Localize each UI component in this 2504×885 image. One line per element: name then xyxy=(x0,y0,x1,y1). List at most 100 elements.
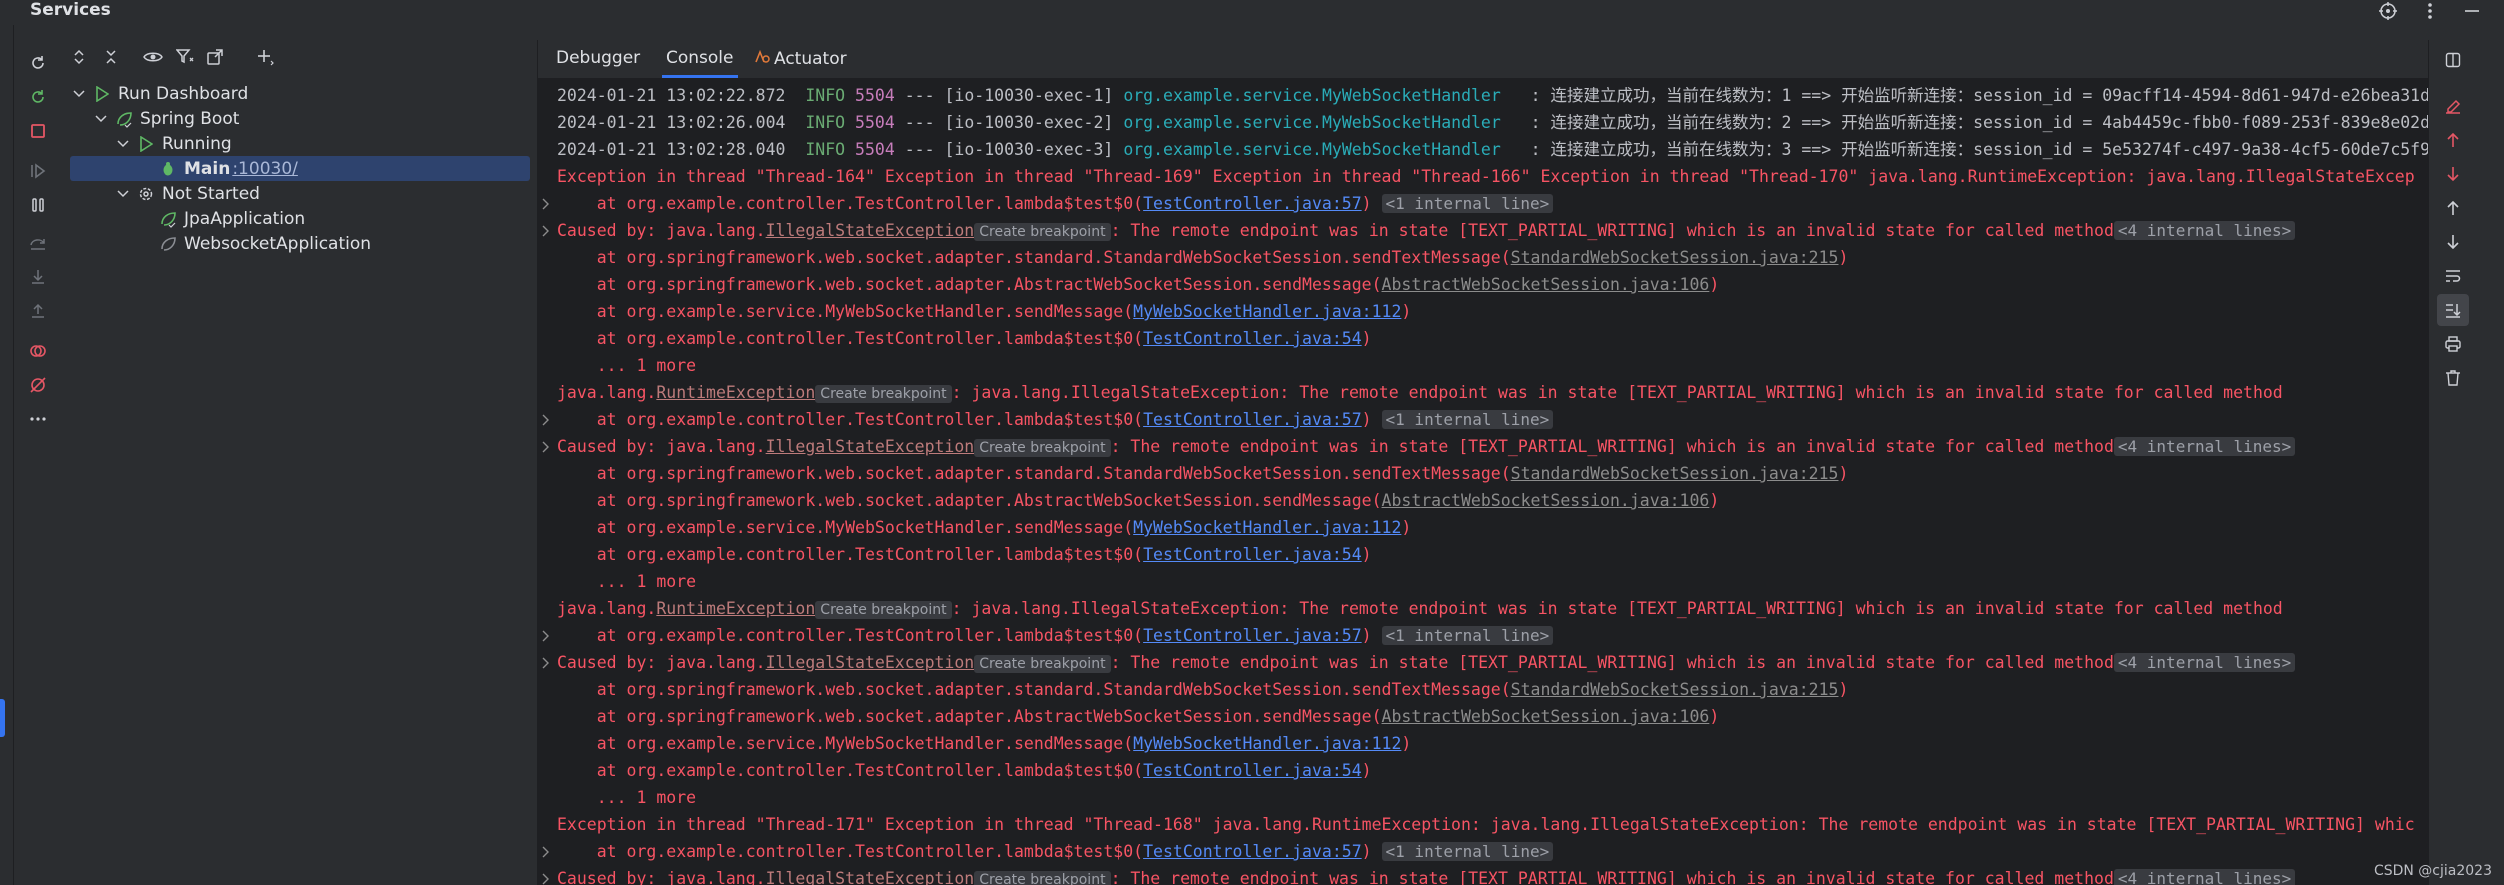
new-window-icon[interactable] xyxy=(200,42,230,72)
source-link[interactable]: StandardWebSocketSession.java:215 xyxy=(1511,464,1839,483)
chevron-right-icon[interactable] xyxy=(540,433,552,460)
tab-debugger[interactable]: Debugger xyxy=(556,40,640,78)
tree-item-running[interactable]: Running xyxy=(112,131,232,156)
internal-lines-badge[interactable]: <4 internal lines> xyxy=(2113,653,2296,672)
source-link[interactable]: MyWebSocketHandler.java:112 xyxy=(1133,518,1401,537)
create-breakpoint-chip[interactable]: Create breakpoint xyxy=(815,385,952,403)
exception-class-link[interactable]: IllegalStateException xyxy=(766,653,975,672)
source-link[interactable]: AbstractWebSocketSession.java:106 xyxy=(1382,707,1710,726)
chevron-down-icon[interactable] xyxy=(112,189,134,198)
resume-icon[interactable] xyxy=(21,154,55,188)
chevron-right-icon[interactable] xyxy=(540,406,552,433)
source-link[interactable]: TestController.java:54 xyxy=(1143,329,1362,348)
filter-icon[interactable] xyxy=(170,42,200,72)
create-breakpoint-chip[interactable]: Create breakpoint xyxy=(974,223,1111,241)
tree-item-run-dashboard[interactable]: Run Dashboard xyxy=(68,81,248,106)
port-link[interactable]: :10030/ xyxy=(232,159,298,179)
chevron-right-icon[interactable] xyxy=(540,865,552,885)
source-link[interactable]: TestController.java:54 xyxy=(1143,761,1362,780)
console-output[interactable]: 2024-01-21 13:02:22.872 INFO 5504 --- [i… xyxy=(538,78,2428,885)
source-link[interactable]: MyWebSocketHandler.java:112 xyxy=(1133,734,1401,753)
exception-class-link[interactable]: IllegalStateException xyxy=(766,869,975,885)
rerun-icon[interactable] xyxy=(21,46,55,80)
create-breakpoint-chip[interactable]: Create breakpoint xyxy=(974,655,1111,673)
source-link[interactable]: AbstractWebSocketSession.java:106 xyxy=(1382,275,1710,294)
exception-class-link[interactable]: RuntimeException xyxy=(656,383,815,402)
create-breakpoint-chip[interactable]: Create breakpoint xyxy=(974,871,1111,885)
chevron-right-icon[interactable] xyxy=(540,649,552,676)
target-icon[interactable] xyxy=(2376,0,2400,21)
tree-item-websocket-application[interactable]: WebsocketApplication xyxy=(156,231,371,256)
internal-line-badge[interactable]: <1 internal line> xyxy=(1381,410,1554,429)
internal-line-badge[interactable]: <1 internal line> xyxy=(1381,626,1554,645)
more-icon[interactable] xyxy=(21,402,55,436)
up-red-icon[interactable] xyxy=(2437,124,2469,156)
internal-lines-badge[interactable]: <4 internal lines> xyxy=(2113,437,2296,456)
view-breakpoints-icon[interactable] xyxy=(21,334,55,368)
chevron-right-icon[interactable] xyxy=(540,838,552,865)
collapse-all-icon[interactable] xyxy=(96,42,126,72)
source-link[interactable]: StandardWebSocketSession.java:215 xyxy=(1511,248,1839,267)
exception-class-link[interactable]: IllegalStateException xyxy=(766,437,975,456)
tree-item-label: Main xyxy=(184,158,231,179)
tree-item-spring-boot[interactable]: Spring Boot xyxy=(90,106,239,131)
chevron-down-icon[interactable] xyxy=(112,139,134,148)
stack-line: at org.example.controller.TestController… xyxy=(557,838,1554,865)
stack-line: at org.springframework.web.socket.adapte… xyxy=(557,680,1849,699)
clear-red-icon[interactable] xyxy=(2437,90,2469,122)
print-icon[interactable] xyxy=(2437,328,2469,360)
source-link[interactable]: TestController.java:57 xyxy=(1143,194,1362,213)
expand-all-icon[interactable] xyxy=(64,42,94,72)
source-link[interactable]: AbstractWebSocketSession.java:106 xyxy=(1382,491,1710,510)
pause-icon[interactable] xyxy=(21,188,55,222)
window-title: Services xyxy=(30,0,111,20)
chevron-down-icon[interactable] xyxy=(68,89,90,98)
scroll-end-icon[interactable] xyxy=(2437,294,2469,326)
watermark: CSDN @cjia2023 xyxy=(2373,863,2492,879)
soft-wrap-icon[interactable] xyxy=(2437,260,2469,292)
step-over-icon[interactable] xyxy=(21,226,55,260)
trash-icon[interactable] xyxy=(2437,362,2469,394)
source-link[interactable]: MyWebSocketHandler.java:112 xyxy=(1133,302,1401,321)
rerun-debug-icon[interactable] xyxy=(21,80,55,114)
run-icon xyxy=(134,135,158,152)
exception-class-link[interactable]: IllegalStateException xyxy=(766,221,975,240)
exception-class-link[interactable]: RuntimeException xyxy=(656,599,815,618)
create-breakpoint-chip[interactable]: Create breakpoint xyxy=(974,439,1111,457)
step-into-icon[interactable] xyxy=(21,260,55,294)
tree-item-main[interactable]: Main :10030/ xyxy=(70,156,530,181)
source-link[interactable]: TestController.java:54 xyxy=(1143,545,1362,564)
minimize-icon[interactable] xyxy=(2460,0,2484,21)
stack-line: at org.example.controller.TestController… xyxy=(557,329,1372,348)
internal-lines-badge[interactable]: <4 internal lines> xyxy=(2113,869,2296,885)
tree-item-jpa-application[interactable]: JpaApplication xyxy=(156,206,305,231)
add-service-icon[interactable] xyxy=(250,42,280,72)
stop-icon[interactable] xyxy=(21,114,55,148)
tab-console[interactable]: Console xyxy=(662,40,738,78)
tree-item-not-started[interactable]: Not Started xyxy=(112,181,260,206)
chevron-right-icon[interactable] xyxy=(540,622,552,649)
layout-icon[interactable] xyxy=(2437,44,2469,76)
internal-lines-badge[interactable]: <4 internal lines> xyxy=(2113,221,2296,240)
view-options-icon[interactable] xyxy=(138,42,168,72)
source-link[interactable]: StandardWebSocketSession.java:215 xyxy=(1511,680,1839,699)
chevron-down-icon[interactable] xyxy=(90,114,112,123)
source-link[interactable]: TestController.java:57 xyxy=(1143,626,1362,645)
up-icon[interactable] xyxy=(2437,192,2469,224)
tab-actuator[interactable]: Actuator xyxy=(754,40,847,78)
down-red-icon[interactable] xyxy=(2437,158,2469,190)
more-vertical-icon[interactable] xyxy=(2418,0,2442,21)
create-breakpoint-chip[interactable]: Create breakpoint xyxy=(815,601,952,619)
down-icon[interactable] xyxy=(2437,226,2469,258)
caused-by-line: Caused by: java.lang.IllegalStateExcepti… xyxy=(557,865,2296,885)
caused-by-line: Caused by: java.lang.IllegalStateExcepti… xyxy=(557,433,2296,460)
mute-breakpoints-icon[interactable] xyxy=(21,368,55,402)
internal-line-badge[interactable]: <1 internal line> xyxy=(1381,842,1554,861)
chevron-right-icon[interactable] xyxy=(540,217,552,244)
internal-line-badge[interactable]: <1 internal line> xyxy=(1381,194,1554,213)
source-link[interactable]: TestController.java:57 xyxy=(1143,842,1362,861)
source-link[interactable]: TestController.java:57 xyxy=(1143,410,1362,429)
step-out-icon[interactable] xyxy=(21,294,55,328)
chevron-right-icon[interactable] xyxy=(540,190,552,217)
actuator-icon xyxy=(754,41,770,77)
